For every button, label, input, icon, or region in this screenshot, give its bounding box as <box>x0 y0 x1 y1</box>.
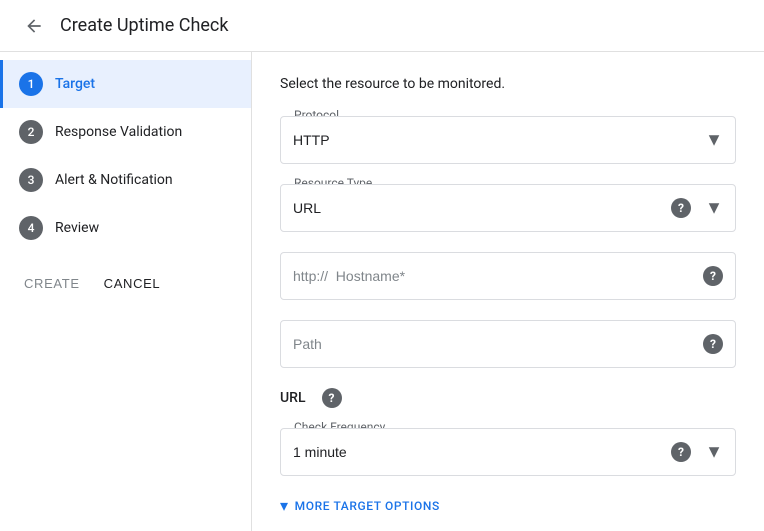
protocol-select-wrapper: HTTP HTTPS TCP ▼ <box>280 116 736 164</box>
header: Create Uptime Check <box>0 0 764 52</box>
sidebar-item-response-validation[interactable]: 2 Response Validation <box>0 108 251 156</box>
resource-type-help-icon[interactable]: ? <box>671 198 691 218</box>
sidebar-item-review[interactable]: 4 Review <box>0 204 251 252</box>
path-help-icon[interactable]: ? <box>703 334 723 354</box>
url-help-icon[interactable]: ? <box>322 388 342 408</box>
step-1-circle: 1 <box>19 72 43 96</box>
path-field-group: ? <box>280 320 736 368</box>
resource-type-select-wrapper: URL Instance App Engine ▼ ? <box>280 184 736 232</box>
resource-type-field-group: Resource Type URL Instance App Engine ▼ … <box>280 184 736 232</box>
hostname-wrapper: ? <box>280 252 736 300</box>
main-layout: 1 Target 2 Response Validation 3 Alert &… <box>0 52 764 531</box>
protocol-field-group: Protocol HTTP HTTPS TCP ▼ <box>280 116 736 164</box>
step-2-label: Response Validation <box>55 124 182 140</box>
step-4-label: Review <box>55 220 99 236</box>
sidebar: 1 Target 2 Response Validation 3 Alert &… <box>0 52 252 531</box>
url-label-row: URL ? <box>280 388 736 408</box>
back-button[interactable] <box>16 8 52 44</box>
path-input[interactable] <box>293 336 695 352</box>
check-frequency-select-wrapper: 1 minute 5 minutes 10 minutes 15 minutes… <box>280 428 736 476</box>
step-3-circle: 3 <box>19 168 43 192</box>
more-target-options-label: MORE TARGET OPTIONS <box>295 499 440 513</box>
create-button[interactable]: CREATE <box>20 272 84 295</box>
page-title: Create Uptime Check <box>60 15 228 36</box>
check-frequency-select[interactable]: 1 minute 5 minutes 10 minutes 15 minutes <box>281 429 735 475</box>
hostname-field-group: ? <box>280 252 736 300</box>
expand-more-icon: ▾ <box>280 496 289 515</box>
step-4-circle: 4 <box>19 216 43 240</box>
content-description: Select the resource to be monitored. <box>280 76 736 92</box>
step-1-label: Target <box>55 76 95 92</box>
step-2-circle: 2 <box>19 120 43 144</box>
cancel-button[interactable]: CANCEL <box>100 272 165 295</box>
sidebar-item-target[interactable]: 1 Target <box>0 60 251 108</box>
hostname-help-icon[interactable]: ? <box>703 266 723 286</box>
step-3-label: Alert & Notification <box>55 172 173 188</box>
url-label: URL <box>280 390 306 406</box>
path-wrapper: ? <box>280 320 736 368</box>
content-area: Select the resource to be monitored. Pro… <box>252 52 764 531</box>
check-frequency-help-icon[interactable]: ? <box>671 442 691 462</box>
more-target-options[interactable]: ▾ MORE TARGET OPTIONS <box>280 496 736 515</box>
sidebar-actions: CREATE CANCEL <box>0 256 251 311</box>
hostname-input[interactable] <box>293 268 695 284</box>
resource-type-select[interactable]: URL Instance App Engine <box>281 185 735 231</box>
check-frequency-field-group: Check Frequency 1 minute 5 minutes 10 mi… <box>280 428 736 476</box>
protocol-select[interactable]: HTTP HTTPS TCP <box>281 117 735 163</box>
sidebar-item-alert-notification[interactable]: 3 Alert & Notification <box>0 156 251 204</box>
